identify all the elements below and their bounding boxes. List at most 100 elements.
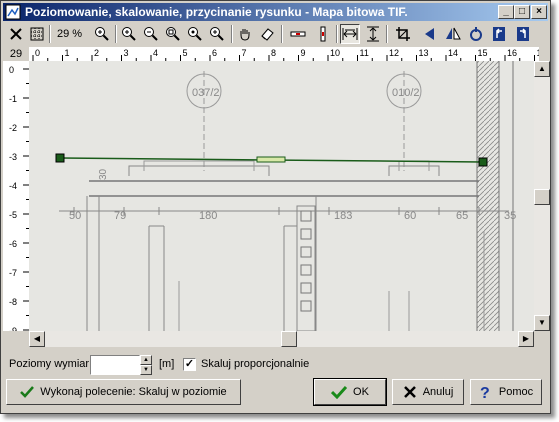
ruler-tick-label: 0 xyxy=(9,65,14,75)
ruler-tick-label: -7 xyxy=(9,268,17,278)
ruler-tick-label: -6 xyxy=(9,239,17,249)
ruler-tick-label: 1 xyxy=(65,48,70,58)
dim-label: 180 xyxy=(199,210,217,222)
horizontal-ruler: 01234567891011121314151617 xyxy=(29,47,539,61)
vertical-scroll-thumb[interactable] xyxy=(534,189,550,205)
level-horizontal-icon[interactable] xyxy=(288,24,308,44)
ruler-tick-label: 10 xyxy=(330,48,340,58)
rotate-right-icon[interactable] xyxy=(513,24,533,44)
scroll-right-button[interactable]: ▶ xyxy=(518,331,534,347)
vertical-scrollbar[interactable]: ▲ ▼ xyxy=(534,61,550,331)
zoom-in-icon[interactable] xyxy=(119,24,139,44)
scroll-down-button[interactable]: ▼ xyxy=(534,315,550,331)
ruler-tick-label: -5 xyxy=(9,210,17,220)
scale-vertical-icon[interactable] xyxy=(363,24,383,44)
toolbar-separator xyxy=(231,25,233,43)
toolbar-separator xyxy=(386,25,388,43)
dim-label: 183 xyxy=(334,210,352,222)
svg-text:?: ? xyxy=(480,385,490,400)
zoom-fit-icon[interactable] xyxy=(92,24,112,44)
dim-label: 79 xyxy=(114,210,126,222)
toolbar: 29 % xyxy=(3,23,548,45)
grid-icon[interactable] xyxy=(27,24,47,44)
ruler-tick-label: 2 xyxy=(94,48,99,58)
reference-handle-start[interactable] xyxy=(55,153,65,163)
horizontal-dim-input[interactable] xyxy=(90,355,140,375)
title-bar[interactable]: Poziomowanie, skalowanie, przycinanie ry… xyxy=(3,3,548,21)
ruler-tick-label: 14 xyxy=(448,48,458,58)
ruler-tick-label: 16 xyxy=(507,48,517,58)
dim-label: 30 xyxy=(98,168,109,180)
ruler-tick-label: -8 xyxy=(9,297,17,307)
minimize-button[interactable]: _ xyxy=(498,5,514,19)
rotate-left-icon[interactable] xyxy=(489,24,509,44)
cancel-label: Anuluj xyxy=(422,386,454,398)
toolbar-separator xyxy=(336,25,338,43)
mirror-both-icon[interactable] xyxy=(443,24,463,44)
dim-label: 50 xyxy=(69,210,81,222)
ruler-tick-label: 12 xyxy=(389,48,399,58)
zoom-dynamic-icon[interactable] xyxy=(207,24,227,44)
maximize-button[interactable]: □ xyxy=(514,5,530,19)
rotate-icon[interactable] xyxy=(466,24,486,44)
toolbar-separator xyxy=(115,25,117,43)
reference-handle-end[interactable] xyxy=(478,157,488,167)
scale-horizontal-icon[interactable] xyxy=(340,24,360,44)
scroll-up-button[interactable]: ▲ xyxy=(534,61,550,77)
zoom-out-icon[interactable] xyxy=(141,24,161,44)
help-label: Pomoc xyxy=(498,386,534,398)
ruler-tick-label: 17 xyxy=(537,48,540,58)
scroll-left-button[interactable]: ◀ xyxy=(29,331,45,347)
execute-command-label: Wykonaj polecenie: Skaluj w poziomie xyxy=(40,386,227,398)
horizontal-scrollbar[interactable]: ◀ ▶ xyxy=(29,331,534,347)
ok-label: OK xyxy=(353,386,369,398)
ruler-tick-label: 11 xyxy=(360,48,369,58)
ok-button[interactable]: OK xyxy=(313,378,387,406)
ruler-tick-label: 13 xyxy=(419,48,429,58)
drawing-canvas[interactable]: 037/2 010/2 50 79 180 183 60 65 35 30 xyxy=(29,61,534,331)
zoom-all-icon[interactable] xyxy=(185,24,205,44)
close-icon[interactable] xyxy=(6,24,26,44)
close-button[interactable]: × xyxy=(531,5,547,19)
ruler-tick-label: 5 xyxy=(183,48,188,58)
ruler-tick-label: 15 xyxy=(478,48,488,58)
axis-label-037: 037/2 xyxy=(192,87,220,99)
pan-hand-icon[interactable] xyxy=(235,24,255,44)
ruler-tick-label: 8 xyxy=(271,48,276,58)
dim-label: 65 xyxy=(456,210,468,222)
bitmap-drawing[interactable]: 037/2 010/2 50 79 180 183 60 65 35 30 xyxy=(29,61,534,331)
mirror-left-icon[interactable] xyxy=(420,24,440,44)
eraser-icon[interactable] xyxy=(257,24,277,44)
checkmark-icon xyxy=(331,385,348,399)
ruler-tick-label: -2 xyxy=(9,123,17,133)
cancel-button[interactable]: Anuluj xyxy=(392,379,464,405)
dim-label: 35 xyxy=(504,210,516,222)
ruler-tick-label: -3 xyxy=(9,152,17,162)
execute-command-button[interactable]: Wykonaj polecenie: Skaluj w poziomie xyxy=(6,379,241,405)
reference-midpoint[interactable] xyxy=(256,156,286,163)
toolbar-separator xyxy=(281,25,283,43)
dim-label: 60 xyxy=(404,210,416,222)
help-button[interactable]: ? Pomoc xyxy=(470,379,542,405)
ruler-tick-label: 4 xyxy=(153,48,158,58)
ruler-tick-label: -1 xyxy=(9,94,17,104)
spin-up-button[interactable]: ▲ xyxy=(140,355,152,365)
scale-proportional-checkbox[interactable]: ✓ xyxy=(183,358,196,371)
ruler-tick-label: -9 xyxy=(9,326,17,331)
scale-proportional-label: Skaluj proporcjonalnie xyxy=(201,358,310,370)
dialog-window: Poziomowanie, skalowanie, przycinanie ry… xyxy=(0,0,551,414)
ruler-tick-label: 6 xyxy=(212,48,217,58)
spin-down-button[interactable]: ▼ xyxy=(140,365,152,375)
ruler-tick-label: -4 xyxy=(9,181,17,191)
horizontal-scroll-thumb[interactable] xyxy=(281,331,297,347)
level-vertical-icon[interactable] xyxy=(313,24,333,44)
cross-icon xyxy=(403,386,416,398)
ruler-tick-label: 7 xyxy=(242,48,247,58)
help-question-icon: ? xyxy=(480,385,490,400)
window-title: Poziomowanie, skalowanie, przycinanie ry… xyxy=(25,5,408,19)
zoom-window-icon[interactable] xyxy=(163,24,183,44)
ruler-tick-label: 0 xyxy=(35,48,40,58)
unit-label: [m] xyxy=(159,358,175,370)
toolbar-separator xyxy=(49,25,51,43)
crop-icon[interactable] xyxy=(393,24,413,44)
